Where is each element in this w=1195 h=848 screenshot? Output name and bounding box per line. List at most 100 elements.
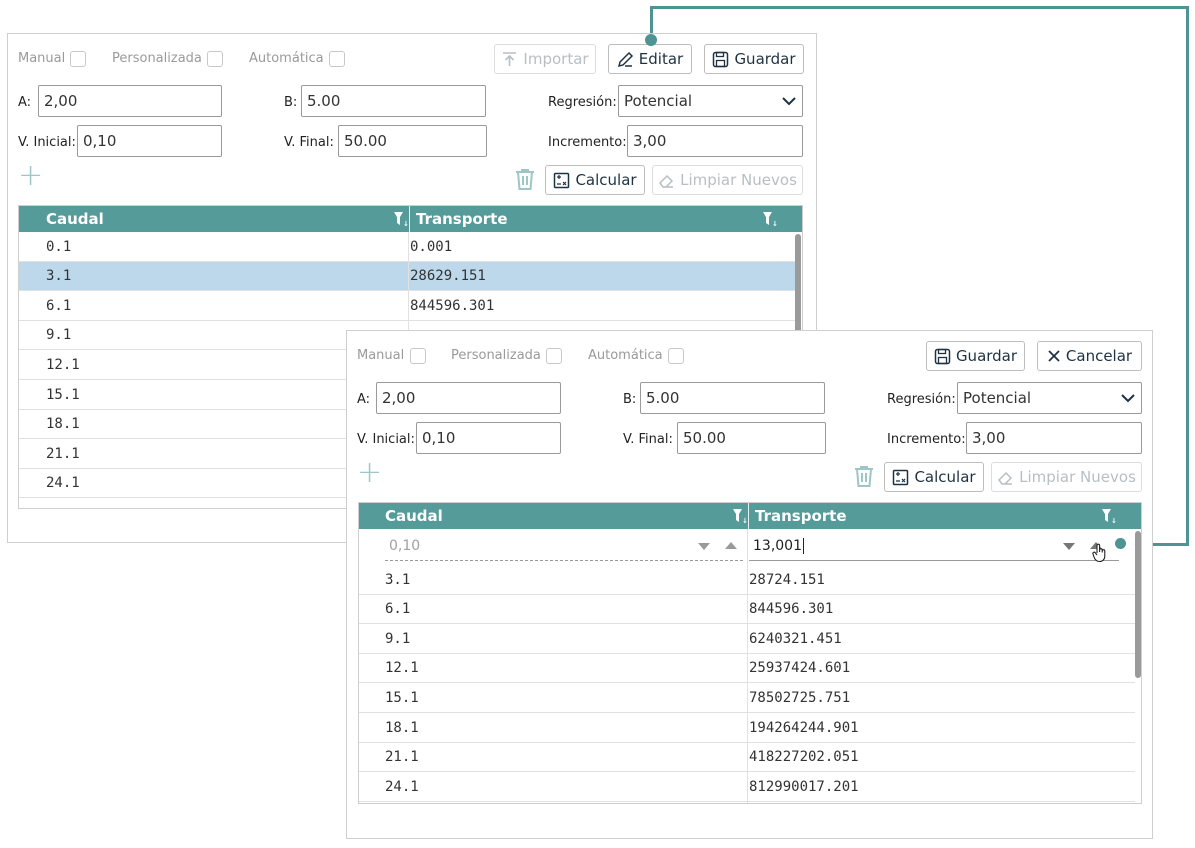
filter-icon[interactable]: ↓ — [393, 211, 409, 227]
checkbox-manual[interactable] — [410, 348, 426, 364]
calcular-button[interactable]: Calcular — [545, 165, 645, 195]
v-inicial-label: V. Inicial: — [357, 432, 415, 447]
b-input[interactable]: 5.00 — [640, 382, 825, 414]
calcular-button-label: Calcular — [914, 468, 976, 486]
checkbox-manual[interactable] — [70, 51, 86, 67]
svg-text:↓: ↓ — [403, 220, 409, 227]
spin-down-icon[interactable] — [698, 543, 710, 551]
b-label: B: — [284, 95, 298, 110]
connector-dot — [645, 34, 657, 46]
save-icon — [934, 348, 951, 364]
scrollbar-thumb[interactable] — [795, 234, 801, 334]
a-input[interactable]: 2,00 — [376, 382, 561, 414]
add-row-icon[interactable]: + — [357, 458, 382, 488]
a-input[interactable]: 2,00 — [38, 85, 222, 117]
cancel-button-label: Cancelar — [1065, 347, 1133, 365]
edit-button[interactable]: Editar — [608, 44, 692, 74]
editor-row: 0,10 13,001 — [359, 529, 1141, 565]
grid-header: Caudal ↓ Transporte ↓ — [19, 206, 802, 232]
cell-caudal: 21.1 — [46, 445, 80, 462]
header-separator — [748, 503, 749, 529]
column-header-transporte[interactable]: Transporte — [416, 206, 508, 232]
limpiar-nuevos-button[interactable]: Limpiar Nuevos — [652, 165, 803, 195]
regresion-select[interactable]: Potencial — [618, 85, 803, 117]
checkbox-automatica[interactable] — [668, 348, 684, 364]
v-inicial-input[interactable]: 0,10 — [77, 125, 222, 157]
transporte-spin-value: 13,001 — [753, 537, 802, 554]
checkbox-personalizada[interactable] — [546, 348, 562, 364]
regresion-select-value: Potencial — [624, 92, 693, 110]
caudal-spin-input[interactable]: 0,10 — [385, 531, 743, 561]
transporte-spin-input[interactable]: 13,001 — [749, 531, 1119, 563]
front-panel: Manual Personalizada Automática Guardar … — [346, 330, 1153, 839]
b-input[interactable]: 5.00 — [301, 85, 486, 117]
cell-transporte: 28724.151 — [749, 571, 825, 588]
cell-transporte: 6240321.451 — [749, 630, 842, 647]
cell-caudal: 9.1 — [385, 630, 411, 647]
filter-icon[interactable]: ↓ — [732, 508, 748, 524]
cell-caudal: 24.1 — [46, 475, 80, 492]
svg-text:↓: ↓ — [742, 517, 748, 524]
v-final-label: V. Final: — [623, 432, 673, 447]
save-button[interactable]: Guardar — [926, 341, 1025, 371]
column-header-caudal[interactable]: Caudal — [385, 503, 443, 529]
a-label: A: — [18, 95, 32, 110]
cell-transporte: 78502725.751 — [749, 689, 851, 706]
cell-caudal: 18.1 — [46, 416, 80, 433]
column-separator — [408, 232, 409, 332]
checkbox-personalizada[interactable] — [207, 51, 223, 67]
cell-transporte: 418227202.051 — [749, 749, 859, 766]
incremento-input[interactable]: 3,00 — [966, 422, 1142, 454]
limpiar-nuevos-label: Limpiar Nuevos — [680, 171, 797, 189]
upload-icon — [503, 51, 517, 66]
cell-caudal: 15.1 — [385, 689, 419, 706]
filter-icon[interactable]: ↓ — [762, 211, 778, 227]
check-label-manual: Manual — [357, 348, 405, 363]
table-row[interactable]: 0.1 0.001 — [19, 232, 795, 262]
cancel-button[interactable]: Cancelar — [1037, 341, 1142, 371]
a-label: A: — [357, 392, 371, 407]
data-grid: Caudal ↓ Transporte ↓ 0,10 13,001 3.1 287… — [358, 502, 1142, 804]
table-row[interactable]: 6.1 844596.301 — [19, 291, 795, 321]
connector-line-top — [650, 6, 1188, 9]
v-final-input[interactable]: 50.00 — [677, 422, 826, 454]
save-button[interactable]: Guardar — [704, 44, 804, 74]
cell-caudal: 24.1 — [385, 778, 419, 795]
spin-up-icon[interactable] — [725, 541, 737, 549]
svg-text:↓: ↓ — [772, 220, 778, 227]
cell-caudal: 0.1 — [46, 238, 72, 255]
cell-transporte: 25937424.601 — [749, 660, 851, 677]
incremento-input[interactable]: 3,00 — [627, 125, 803, 157]
limpiar-nuevos-button[interactable]: Limpiar Nuevos — [991, 462, 1142, 492]
v-final-input[interactable]: 50.00 — [338, 125, 487, 157]
table-row[interactable]: 3.1 28629.151 — [19, 261, 795, 292]
incremento-label: Incremento: — [887, 432, 966, 447]
trash-icon[interactable] — [852, 464, 876, 488]
connector-line-right — [1186, 6, 1189, 545]
regresion-select[interactable]: Potencial — [957, 382, 1142, 414]
spin-down-icon[interactable] — [1063, 543, 1075, 551]
add-row-icon[interactable]: + — [18, 161, 43, 191]
cell-caudal: 3.1 — [385, 571, 411, 588]
cell-transporte: 28629.151 — [410, 268, 486, 285]
connector-dot — [1115, 538, 1126, 549]
cell-transporte: 0.001 — [410, 238, 453, 255]
check-label-manual: Manual — [18, 51, 66, 66]
trash-icon[interactable] — [513, 167, 537, 191]
v-inicial-input[interactable]: 0,10 — [416, 422, 561, 454]
filter-icon[interactable]: ↓ — [1101, 508, 1117, 524]
cell-caudal: 12.1 — [385, 660, 419, 677]
import-button[interactable]: Importar — [494, 44, 596, 74]
cell-caudal: 18.1 — [385, 719, 419, 736]
checkbox-automatica[interactable] — [329, 51, 345, 67]
column-header-caudal[interactable]: Caudal — [46, 206, 104, 232]
v-final-label: V. Final: — [284, 135, 334, 150]
scrollbar-thumb[interactable] — [1135, 531, 1141, 678]
calculator-icon — [554, 172, 570, 188]
column-header-transporte[interactable]: Transporte — [755, 503, 847, 529]
calcular-button[interactable]: Calcular — [884, 462, 984, 492]
regresion-select-value: Potencial — [963, 389, 1032, 407]
chevron-down-icon — [1121, 394, 1135, 403]
check-label-automatica: Automática — [588, 348, 663, 363]
b-label: B: — [623, 392, 637, 407]
